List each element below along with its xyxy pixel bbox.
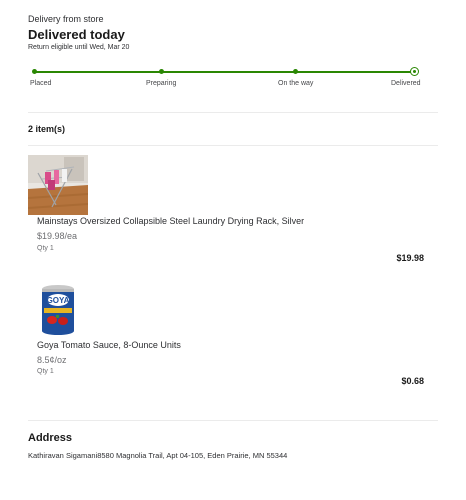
item-quantity: Qty 1 <box>37 368 54 375</box>
address-heading: Address <box>28 432 73 444</box>
delivery-progress-tracker <box>32 67 419 77</box>
item-name[interactable]: Goya Tomato Sauce, 8-Ounce Units <box>37 340 181 350</box>
section-label: Delivery from store <box>28 14 104 24</box>
step-label-on-the-way: On the way <box>278 80 314 87</box>
step-label-placed: Placed <box>30 80 52 87</box>
divider <box>28 112 438 113</box>
items-count: 2 item(s) <box>28 124 66 134</box>
step-dot-placed <box>32 69 37 74</box>
item-total-price: $19.98 <box>396 253 424 263</box>
step-label-delivered: Delivered <box>391 80 421 87</box>
item-unit-price: $19.98/ea <box>37 231 78 241</box>
divider <box>28 145 438 146</box>
item-name[interactable]: Mainstays Oversized Collapsible Steel La… <box>37 216 304 226</box>
order-status-title: Delivered today <box>28 27 125 42</box>
item-unit-price: 8.5¢/oz <box>37 355 67 365</box>
return-eligibility-note: Return eligible until Wed, Mar 20 <box>28 44 130 51</box>
progress-line <box>33 71 415 73</box>
item-image-laundry-rack[interactable] <box>28 155 88 215</box>
step-label-preparing: Preparing <box>146 80 177 87</box>
step-dot-preparing <box>159 69 164 74</box>
step-dot-delivered <box>410 67 419 76</box>
step-dot-on-the-way <box>293 69 298 74</box>
item-quantity: Qty 1 <box>37 245 54 252</box>
svg-text:GOYA: GOYA <box>47 296 70 305</box>
item-image-goya-tomato-sauce[interactable]: GOYA <box>28 280 88 340</box>
delivery-address: Kathiravan Sigamani8580 Magnolia Trail, … <box>28 451 288 460</box>
divider <box>28 420 438 421</box>
item-total-price: $0.68 <box>401 376 424 386</box>
